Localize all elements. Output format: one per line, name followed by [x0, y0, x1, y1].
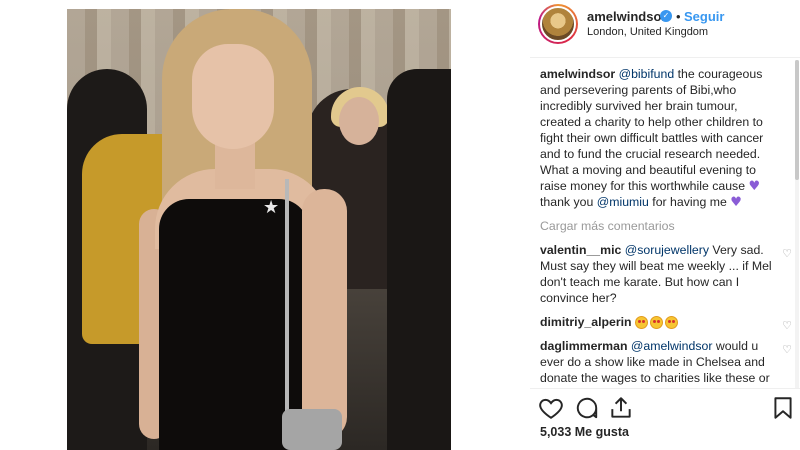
photo-bag-strap — [285, 179, 289, 414]
photo-subject-right-arm — [302, 189, 347, 439]
caption-text-3: for having me — [648, 195, 731, 209]
post-header: amelwindsor ✓ • Seguir London, United Ki… — [530, 0, 800, 58]
like-heart-icon[interactable] — [538, 395, 564, 421]
comment-username[interactable]: daglimmerman — [540, 339, 627, 353]
heart-eyes-emoji-icon — [665, 316, 678, 330]
caption: amelwindsor @bibifund the courageous and… — [540, 66, 792, 210]
verified-badge-icon: ✓ — [660, 10, 672, 22]
comment-mention[interactable]: @amelwindsor — [631, 339, 713, 353]
comments-scrollbar[interactable] — [795, 60, 799, 388]
comment-bubble-icon[interactable] — [574, 395, 600, 421]
caption-text-2: thank you — [540, 195, 597, 209]
comment-like-heart-icon[interactable]: ♡ — [782, 342, 792, 358]
photo-subject-face — [192, 44, 274, 149]
heart-eyes-emoji-group — [635, 315, 680, 330]
caption-mention[interactable]: @bibifund — [619, 67, 675, 81]
heart-eyes-emoji-icon — [650, 316, 663, 330]
scrollbar-thumb[interactable] — [795, 60, 799, 180]
heart-eyes-emoji-icon — [635, 316, 648, 330]
purple-heart-icon: ♥ — [730, 195, 742, 210]
photo-background-woman-face — [339, 97, 379, 145]
action-bar — [530, 388, 800, 428]
header-separator: • — [676, 9, 681, 24]
bookmark-save-icon[interactable] — [770, 395, 796, 421]
comment-username[interactable]: dimitriy_alperin — [540, 315, 632, 329]
comment-like-heart-icon[interactable]: ♡ — [782, 318, 792, 334]
caption-username[interactable]: amelwindsor — [540, 67, 615, 81]
post-photo[interactable]: ★ — [67, 9, 451, 450]
avatar[interactable] — [538, 4, 578, 44]
header-username[interactable]: amelwindsor — [587, 9, 666, 24]
purple-heart-icon: ♥ — [748, 179, 761, 194]
list-item: dimitriy_alperin ♡ — [540, 314, 792, 332]
likes-count[interactable]: 5,033 Me gusta — [540, 425, 629, 439]
comment-mention[interactable]: @sorujewellery — [625, 243, 709, 257]
star-brooch-icon: ★ — [263, 197, 280, 218]
caption-text: the courageous and persevering parents o… — [540, 67, 764, 193]
avatar-image — [540, 6, 576, 42]
comment-username[interactable]: valentin__mic — [540, 243, 621, 257]
list-item: valentin__mic @sorujewellery Very sad. M… — [540, 242, 792, 306]
location-link[interactable]: London, United Kingdom — [587, 26, 708, 38]
post-side-panel: amelwindsor ✓ • Seguir London, United Ki… — [530, 0, 800, 450]
photo-background-right — [387, 69, 451, 450]
list-item: daglimmerman @amelwindsor would u ever d… — [540, 338, 792, 388]
comment-like-heart-icon[interactable]: ♡ — [782, 246, 792, 262]
load-more-comments-button[interactable]: Cargar más comentarios — [540, 218, 792, 234]
share-upload-icon[interactable] — [608, 395, 634, 421]
comments-list[interactable]: amelwindsor @bibifund the courageous and… — [540, 66, 792, 388]
photo-bag — [282, 409, 342, 450]
caption-mention-2[interactable]: @miumiu — [597, 195, 649, 209]
follow-button[interactable]: Seguir — [684, 9, 724, 24]
